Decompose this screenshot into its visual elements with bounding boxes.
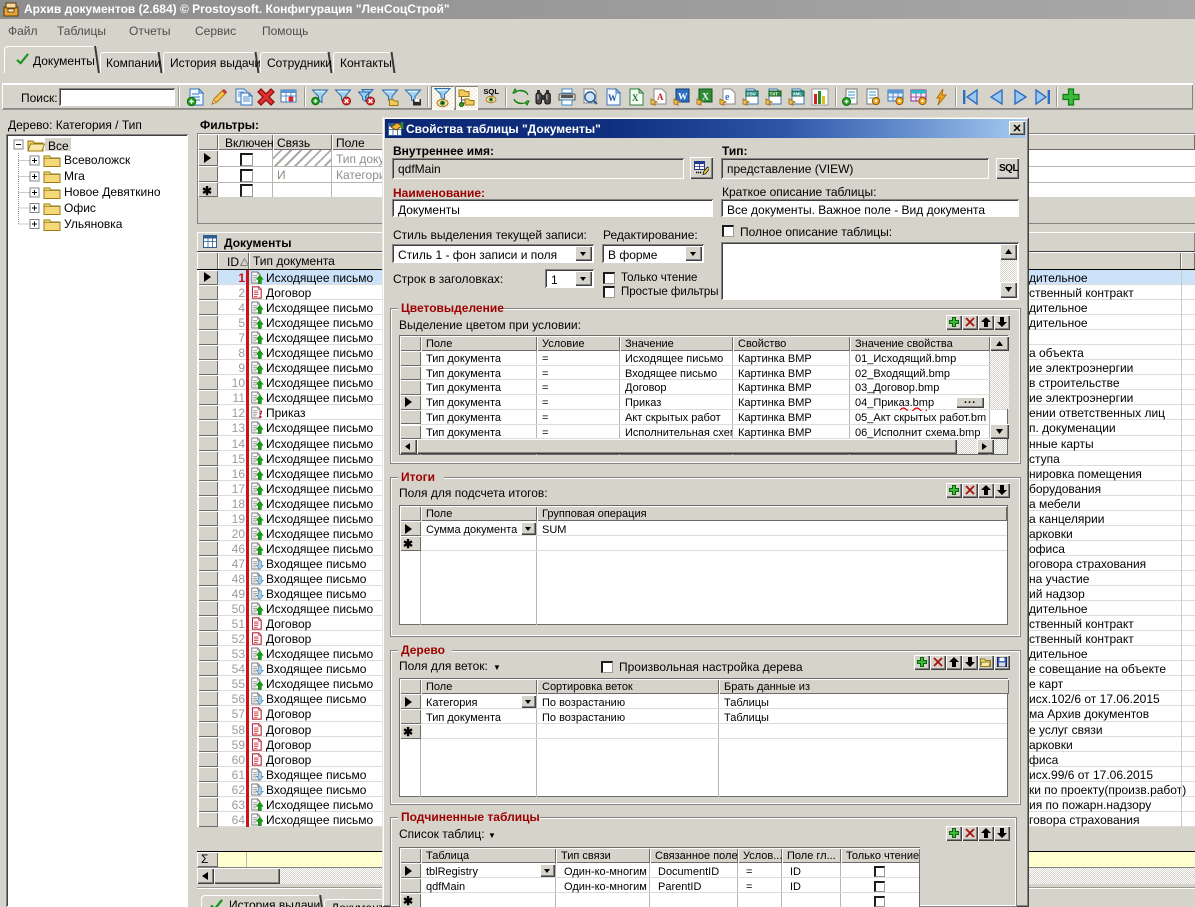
svg-text:W: W xyxy=(608,93,617,103)
svg-text:A: A xyxy=(657,92,664,102)
svg-text:XML: XML xyxy=(793,92,803,97)
svg-text:X: X xyxy=(702,93,709,103)
svg-text:CSV: CSV xyxy=(747,92,756,97)
svg-text:TXT: TXT xyxy=(770,92,779,97)
svg-text:SQL: SQL xyxy=(483,87,499,96)
svg-text:X: X xyxy=(632,93,639,103)
svg-text:W: W xyxy=(678,93,688,103)
